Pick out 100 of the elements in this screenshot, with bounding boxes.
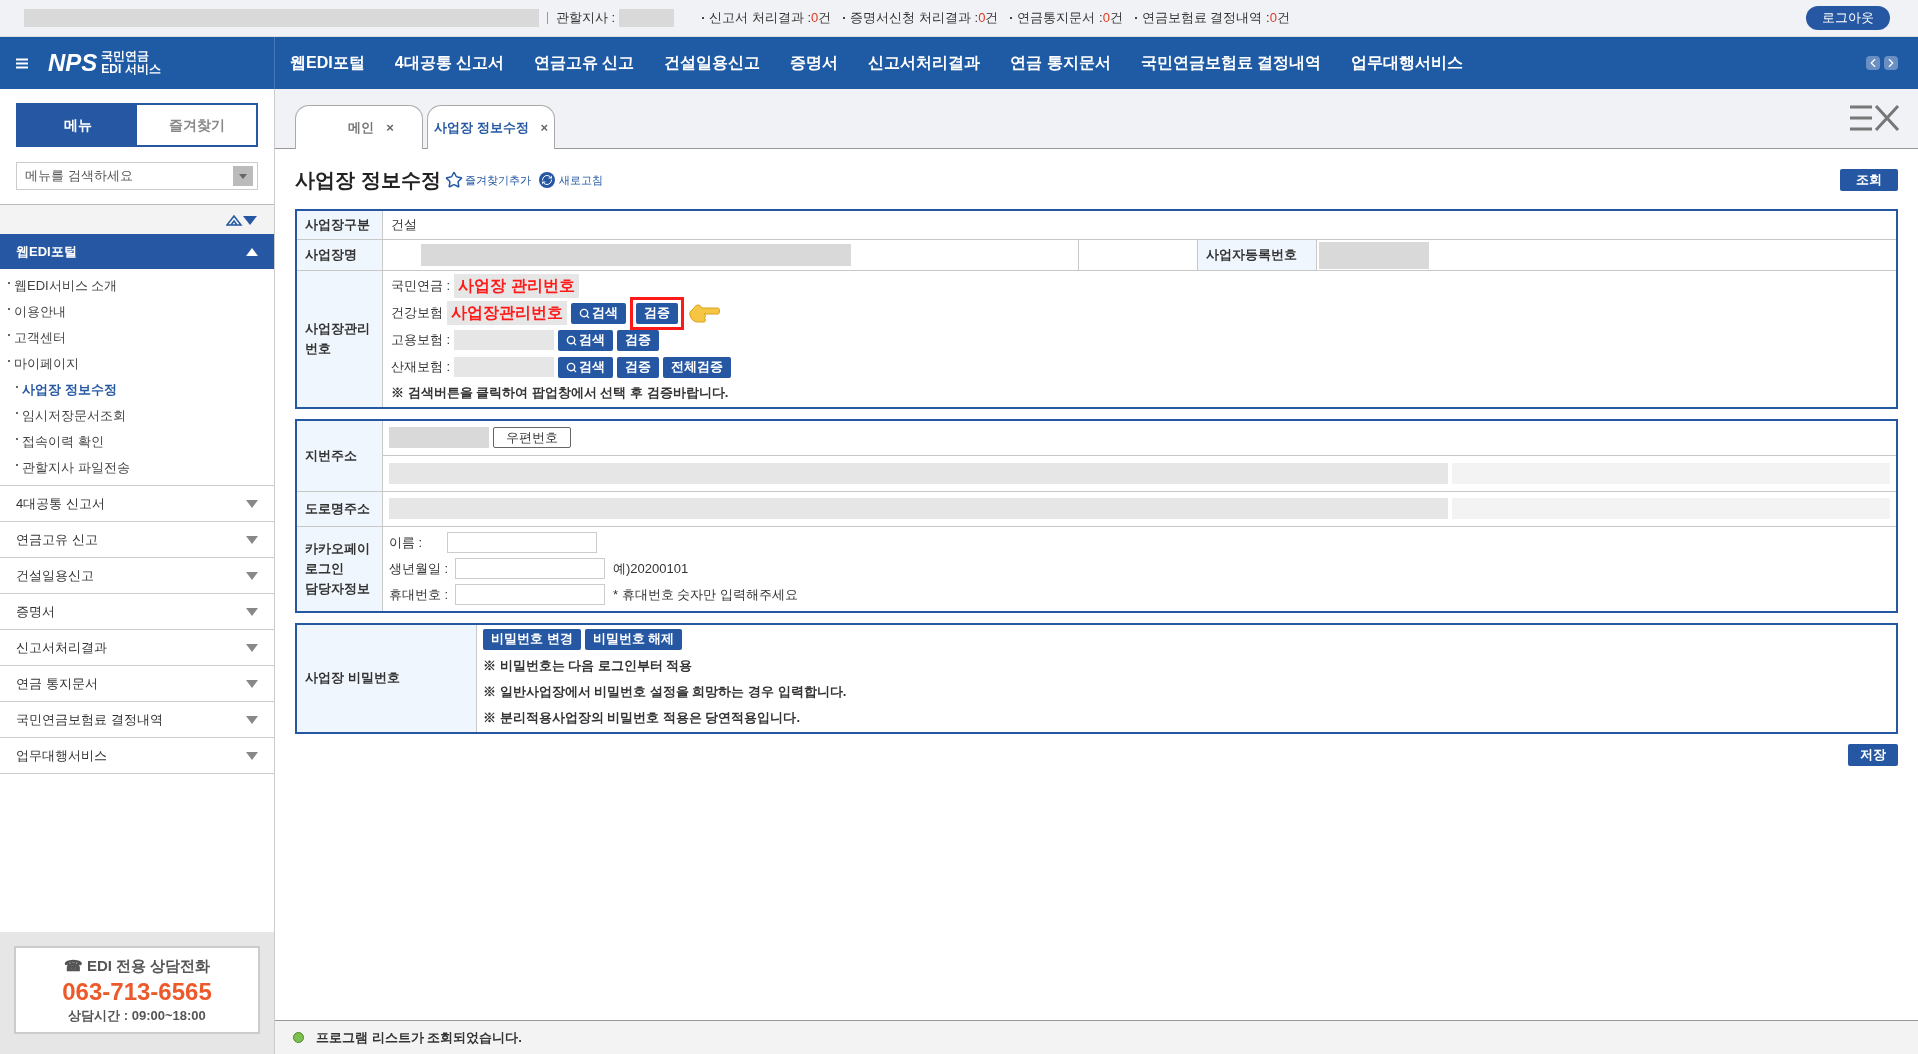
field-label: 사업장관리번호	[305, 319, 371, 358]
menu-item[interactable]: 마이페이지	[0, 351, 274, 377]
nav-item[interactable]: 증명서	[790, 51, 839, 75]
counter-text: 연금통지문서 :0건	[1017, 9, 1123, 28]
zip-code-button[interactable]: 우편번호	[493, 427, 571, 448]
close-icon[interactable]: ×	[386, 117, 394, 138]
menu-section[interactable]: 연금고유 신고	[0, 522, 274, 557]
menu-section[interactable]: 증명서	[0, 594, 274, 629]
field-hint: 예)20200101	[613, 559, 689, 578]
section-label: 증명서	[16, 602, 55, 621]
scroll-left-icon[interactable]	[1866, 56, 1880, 70]
pointing-hand-icon	[688, 302, 720, 324]
menu-close-icon[interactable]	[1850, 103, 1900, 133]
note-text: ※ 검색버튼을 클릭하여 팝업창에서 선택 후 검증바랍니다.	[391, 384, 730, 402]
branch-label: 관할지사 :	[556, 9, 616, 28]
nav-item[interactable]: 웹EDI포털	[290, 51, 365, 75]
field-label: 사업장명	[305, 246, 357, 264]
counter-text: 연금보험료 결정내역 :0건	[1141, 9, 1290, 28]
menu-item[interactable]: 웹EDI서비스 소개	[0, 273, 274, 299]
expand-icon	[246, 535, 258, 544]
menu-item[interactable]: 사업장 정보수정	[0, 377, 274, 403]
expand-icon	[246, 715, 258, 724]
menu-item[interactable]: 관할지사 파일전송	[0, 455, 274, 481]
menu-section[interactable]: 건설일용신고	[0, 558, 274, 593]
star-icon[interactable]	[444, 171, 463, 189]
menu-section[interactable]: 국민연금보험료 결정내역	[0, 702, 274, 737]
field-label: 이름 :	[389, 533, 424, 552]
close-icon[interactable]: ×	[540, 117, 549, 138]
phone-number: 063-713-6565	[62, 977, 212, 1006]
nav-item[interactable]: 연금고유 신고	[534, 51, 635, 75]
expand-icon	[246, 499, 258, 508]
menu-section[interactable]: 신고서처리결과	[0, 630, 274, 665]
input-field[interactable]	[447, 532, 597, 553]
nav-item[interactable]: 업무대행서비스	[1351, 51, 1464, 75]
menu-icon[interactable]	[16, 57, 28, 69]
field-label: 지번주소	[305, 446, 357, 465]
action-button[interactable]: 검증	[617, 329, 660, 351]
action-button[interactable]: 전체검증	[663, 356, 732, 378]
refresh-icon[interactable]	[538, 172, 555, 188]
menu-item[interactable]: 임시저장문서조회	[0, 403, 274, 429]
action-button[interactable]: 검증	[636, 302, 678, 324]
favorite-link[interactable]: 즐겨찾기추가	[464, 171, 531, 189]
nav-item[interactable]: 국민연금보험료 결정내역	[1140, 51, 1322, 75]
menu-section[interactable]: 연금 통지문서	[0, 666, 274, 701]
annotation-text: 사업장관리번호	[447, 301, 567, 325]
logout-button[interactable]: 로그아웃	[1806, 6, 1890, 30]
action-button[interactable]: 검색	[558, 356, 614, 378]
insurance-label: 국민연금 :	[391, 277, 451, 296]
expand-icon	[246, 607, 258, 616]
section-label: 국민연금보험료 결정내역	[16, 710, 163, 729]
action-button[interactable]: 검색	[571, 302, 626, 324]
collapse-expand-icon[interactable]	[226, 213, 258, 226]
field-label: 사업장 비밀번호	[305, 669, 400, 687]
menu-section[interactable]: 4대공통 신고서	[0, 486, 274, 521]
menu-item[interactable]: 고객센터	[0, 325, 274, 351]
menu-item[interactable]: 접속이력 확인	[0, 429, 274, 455]
action-button[interactable]: 비밀번호 해제	[584, 628, 683, 650]
sidebar-tab[interactable]: 메뉴	[18, 105, 137, 145]
menu-item[interactable]: 이용안내	[0, 299, 274, 325]
field-label: 카카오페이 로그인 담당자정보	[305, 539, 370, 598]
section-label: 건설일용신고	[16, 566, 94, 585]
menu-section[interactable]: 웹EDI포털	[0, 234, 274, 269]
input-field[interactable]	[455, 584, 605, 605]
annotation-text: 사업장 관리번호	[454, 274, 579, 298]
refresh-link[interactable]: 새로고침	[558, 171, 603, 189]
nav-item[interactable]: 건설일용신고	[664, 51, 761, 75]
page-tab[interactable]: 메인 ×	[295, 105, 423, 149]
section-label: 연금 통지문서	[16, 674, 98, 693]
page-tab[interactable]: 사업장 정보수정 ×	[427, 105, 555, 149]
expand-icon	[246, 571, 258, 580]
expand-icon	[246, 679, 258, 688]
search-icon	[566, 361, 578, 373]
nav-item[interactable]: 연금 통지문서	[1010, 51, 1111, 75]
contact-hours: 상담시간 : 09:00~18:00	[68, 1006, 206, 1025]
input-field[interactable]	[455, 558, 605, 579]
scroll-right-icon[interactable]	[1884, 56, 1898, 70]
menu-search-field[interactable]: 메뉴를 검색하세요	[16, 162, 258, 190]
insurance-label: 고용보험 :	[391, 331, 451, 350]
collapse-icon	[246, 247, 258, 256]
nav-item[interactable]: 신고서처리결과	[868, 51, 981, 75]
nav-item[interactable]: 4대공통 신고서	[394, 51, 504, 75]
menu-section[interactable]: 업무대행서비스	[0, 738, 274, 773]
field-hint: * 휴대번호 숫자만 입력해주세요	[613, 585, 798, 604]
search-icon	[566, 334, 578, 346]
section-label: 웹EDI포털	[16, 242, 77, 261]
action-button[interactable]: 비밀번호 변경	[483, 628, 581, 650]
note-text: ※ 비밀번호는 다음 로그인부터 적용	[483, 656, 694, 675]
query-button[interactable]: 조회	[1840, 169, 1898, 191]
field-label: 휴대번호 :	[389, 585, 450, 604]
section-label: 연금고유 신고	[16, 530, 98, 549]
field-label: 사업장구분	[305, 216, 370, 234]
field-label: 생년월일 :	[389, 559, 450, 578]
counter-text: 신고서 처리결과 :0건	[709, 9, 832, 28]
dropdown-icon[interactable]	[233, 166, 253, 186]
save-button[interactable]: 저장	[1848, 743, 1898, 766]
note-text: ※ 분리적용사업장의 비밀번호 적용은 당연적용입니다.	[483, 708, 802, 727]
action-button[interactable]: 검증	[617, 356, 660, 378]
counter-text: 증명서신청 처리결과 :0건	[850, 9, 999, 28]
action-button[interactable]: 검색	[558, 329, 614, 351]
note-text: ※ 일반사업장에서 비밀번호 설정을 희망하는 경우 입력합니다.	[483, 682, 847, 701]
